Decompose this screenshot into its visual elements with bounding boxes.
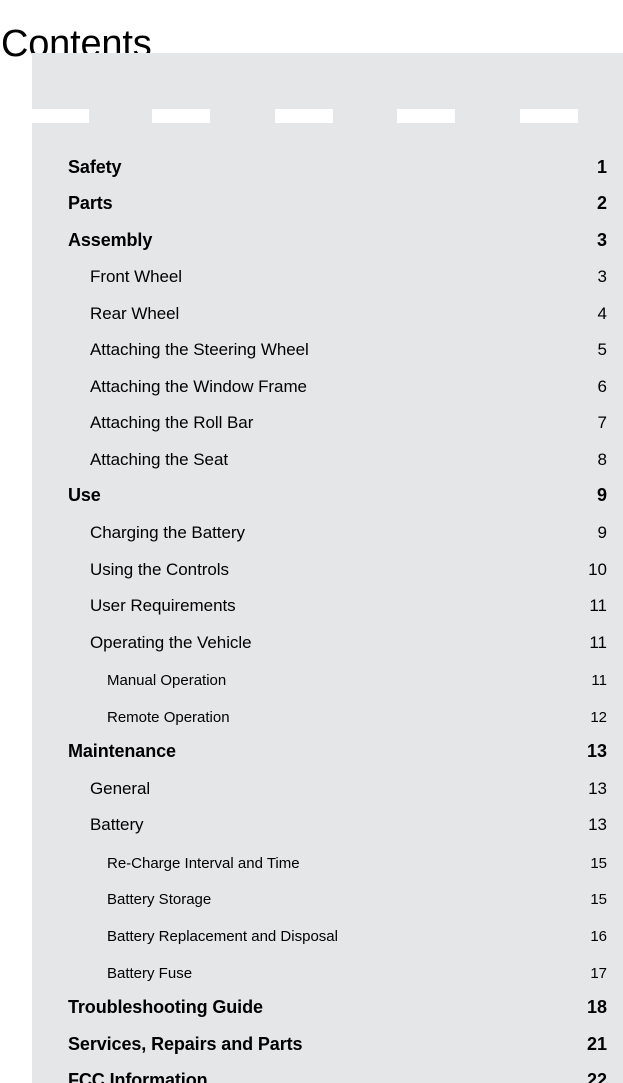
toc-entry-page-number: 3 [596,229,607,250]
toc-entry-page-number: 8 [597,449,607,469]
toc-entry-page-number: 13 [588,815,607,835]
toc-entry-page-number: 2 [596,193,607,214]
toc-entry-label: User Requirements [90,596,236,616]
toc-entry-page-number: 3 [597,267,607,287]
toc-entry-page-number: 9 [597,523,607,543]
toc-entry-label: Battery Replacement and Disposal [107,928,338,946]
toc-entry-page-number: 12 [590,708,607,726]
table-of-contents-list: Safety 1 Parts 2 Assembly 3 Front Wheel 3 Rear W… [32,150,623,1083]
toc-entry-label: Attaching the Steering Wheel [90,340,309,360]
toc-entry-label: General [90,778,151,798]
toc-entry[interactable]: Assembly 3 [32,223,623,260]
toc-entry-page-number: 22 [586,1070,607,1083]
toc-entry-label: Charging the Battery [90,523,245,543]
toc-entry-page-number: 6 [597,376,607,396]
toc-entry-label: Re-Charge Interval and Time [107,854,300,872]
toc-entry[interactable]: Battery Replacement and Disposal 16 [32,917,623,954]
toc-entry[interactable]: Front Wheel 3 [32,260,623,297]
toc-entry-page-number: 21 [586,1033,607,1054]
toc-entry[interactable]: Battery Fuse 17 [32,954,623,991]
toc-entry-label: Battery Storage [107,891,212,909]
toc-entry-label: Manual Operation [107,672,227,690]
toc-entry-page-number: 16 [590,928,607,946]
toc-entry-page-number: 11 [591,672,607,690]
toc-entry[interactable]: Troubleshooting Guide 18 [32,991,623,1028]
toc-entry[interactable]: Attaching the Steering Wheel 5 [32,333,623,370]
toc-entry-page-number: 11 [589,596,607,616]
toc-entry[interactable]: Rear Wheel 4 [32,296,623,333]
toc-entry[interactable]: Attaching the Window Frame 6 [32,369,623,406]
toc-entry-page-number: 4 [597,303,607,323]
toc-entry-label: Attaching the Seat [90,449,229,469]
toc-entry[interactable]: Safety 1 [32,150,623,187]
toc-entry-page-number: 7 [597,413,607,433]
tab-blank-5 [520,109,578,123]
toc-entry-label: Using the Controls [90,559,229,579]
toc-entry[interactable]: Maintenance 13 [32,735,623,772]
toc-entry-page-number: 15 [590,854,607,872]
toc-entry-page-number: 13 [588,778,607,798]
toc-entry[interactable]: General 13 [32,771,623,808]
toc-entry-label: Safety [68,156,122,177]
toc-entry-page-number: 18 [586,997,607,1018]
toc-entry-label: Maintenance [68,741,176,762]
toc-entry-label: Services, Repairs and Parts [68,1033,303,1054]
toc-entry[interactable]: Use 9 [32,479,623,516]
toc-entry-label: Troubleshooting Guide [68,997,263,1018]
toc-entry-label: Use [68,485,101,506]
toc-entry[interactable]: Charging the Battery 9 [32,515,623,552]
toc-entry-page-number: 10 [588,559,607,579]
toc-entry[interactable]: Services, Repairs and Parts 21 [32,1027,623,1064]
toc-entry-page-number: 15 [590,891,607,909]
toc-entry[interactable]: Battery Storage 15 [32,881,623,918]
tab-blank-2 [152,109,210,123]
toc-entry-page-number: 11 [589,632,607,652]
toc-entry[interactable]: Using the Controls 10 [32,552,623,589]
toc-entry-label: Operating the Vehicle [90,632,252,652]
toc-entry[interactable]: Parts 2 [32,187,623,224]
toc-entry-page-number: 13 [586,741,607,762]
toc-entry[interactable]: Manual Operation 11 [32,662,623,699]
redacted-tab-bar [32,109,623,123]
toc-entry[interactable]: FCC Information 22 [32,1064,623,1083]
toc-entry-label: Battery [90,815,144,835]
toc-entry-label: Assembly [68,229,153,250]
toc-entry[interactable]: User Requirements 11 [32,589,623,626]
tab-blank-1 [32,109,89,123]
toc-entry[interactable]: Battery 13 [32,808,623,845]
toc-entry-label: Rear Wheel [90,303,180,323]
toc-entry-label: FCC Information [68,1070,208,1083]
toc-entry-page-number: 9 [596,485,607,506]
toc-entry-page-number: 1 [596,156,607,177]
toc-entry-label: Battery Fuse [107,964,193,982]
toc-entry-label: Front Wheel [90,267,183,287]
toc-entry[interactable]: Remote Operation 12 [32,698,623,735]
toc-entry-page-number: 5 [597,340,607,360]
table-of-contents-panel: Safety 1 Parts 2 Assembly 3 Front Wheel 3 Rear W… [32,53,623,1083]
toc-entry[interactable]: Re-Charge Interval and Time 15 [32,844,623,881]
tab-blank-4 [397,109,455,123]
toc-entry[interactable]: Operating the Vehicle 11 [32,625,623,662]
toc-entry-label: Remote Operation [107,708,230,726]
tab-blank-3 [275,109,333,123]
toc-entry-label: Attaching the Window Frame [90,376,307,396]
toc-entry[interactable]: Attaching the Roll Bar 7 [32,406,623,443]
toc-entry[interactable]: Attaching the Seat 8 [32,442,623,479]
toc-entry-label: Parts [68,193,113,214]
toc-entry-page-number: 17 [590,964,607,982]
toc-entry-label: Attaching the Roll Bar [90,413,254,433]
